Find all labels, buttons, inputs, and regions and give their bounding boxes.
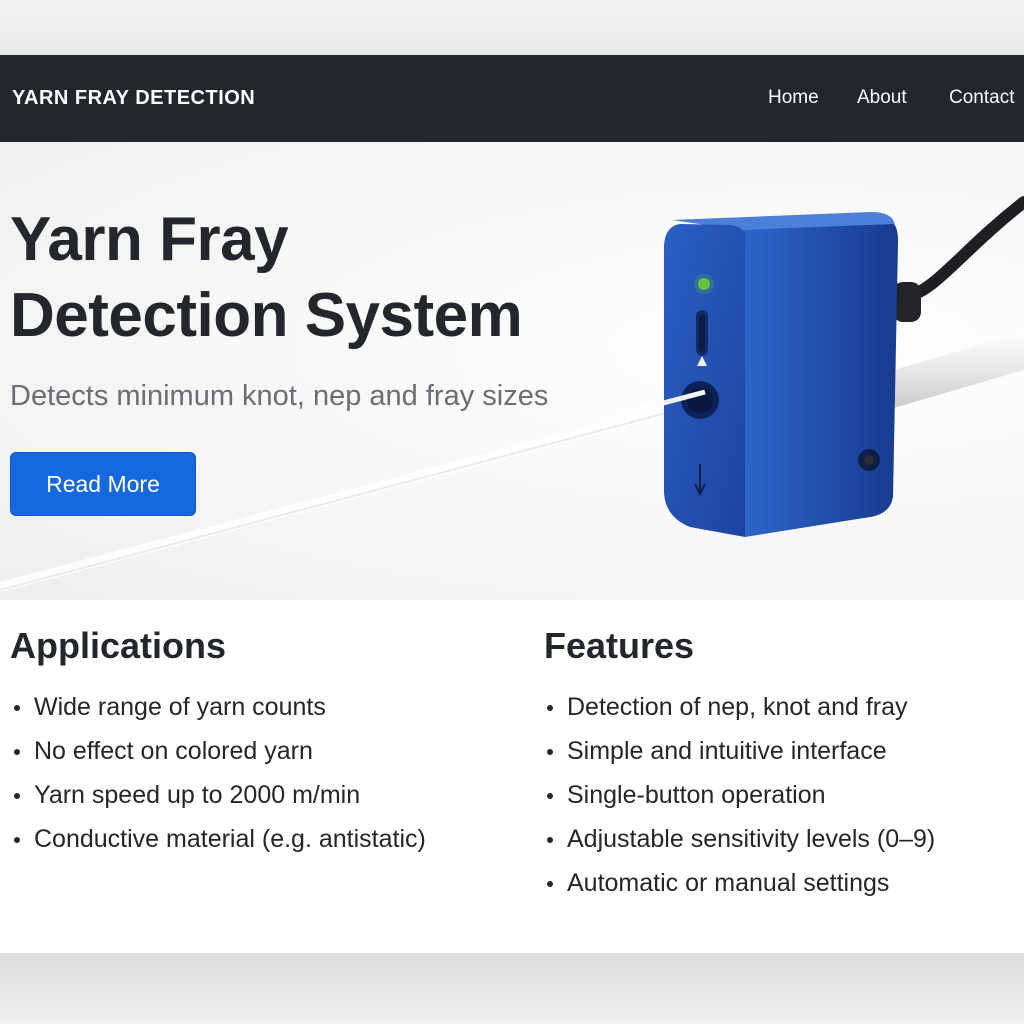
- hero-title-line2: Detection System: [10, 281, 523, 350]
- navbar: YARN FRAY DETECTION Home About Contact: [0, 55, 1024, 142]
- list-item: No effect on colored yarn: [10, 729, 426, 773]
- list-item: Automatic or manual settings: [543, 861, 935, 905]
- features-list: Detection of nep, knot and fray Simple a…: [543, 685, 935, 905]
- web-page: YARN FRAY DETECTION Home About Contact Y…: [0, 55, 1024, 953]
- features-title: Features: [544, 625, 695, 666]
- nav-link-home[interactable]: Home: [768, 87, 819, 109]
- top-background-band: [0, 0, 1024, 55]
- list-item: Yarn speed up to 2000 m/min: [10, 773, 426, 817]
- list-item: Conductive material (e.g. antistatic): [10, 817, 426, 861]
- list-item: Wide range of yarn counts: [10, 685, 426, 729]
- list-item: Adjustable sensitivity levels (0–9): [543, 817, 935, 861]
- bottom-background-band: [0, 953, 1024, 1024]
- brand-logo-text[interactable]: YARN FRAY DETECTION: [12, 87, 255, 110]
- applications-title: Applications: [10, 625, 227, 666]
- list-item: Single-button operation: [543, 773, 935, 817]
- read-more-button[interactable]: Read More: [10, 452, 196, 516]
- hero-section: Yarn Fray Detection System Detects minim…: [0, 142, 1024, 600]
- hero-subtitle: Detects minimum knot, nep and fray sizes: [10, 380, 549, 412]
- list-item: Simple and intuitive interface: [543, 729, 935, 773]
- nav-link-about[interactable]: About: [857, 87, 907, 109]
- nav-link-contact[interactable]: Contact: [949, 87, 1014, 109]
- applications-list: Wide range of yarn counts No effect on c…: [10, 685, 426, 861]
- hero-title: Yarn Fray Detection System: [10, 202, 610, 354]
- list-item: Detection of nep, knot and fray: [543, 685, 935, 729]
- hero-title-line1: Yarn Fray: [10, 205, 289, 274]
